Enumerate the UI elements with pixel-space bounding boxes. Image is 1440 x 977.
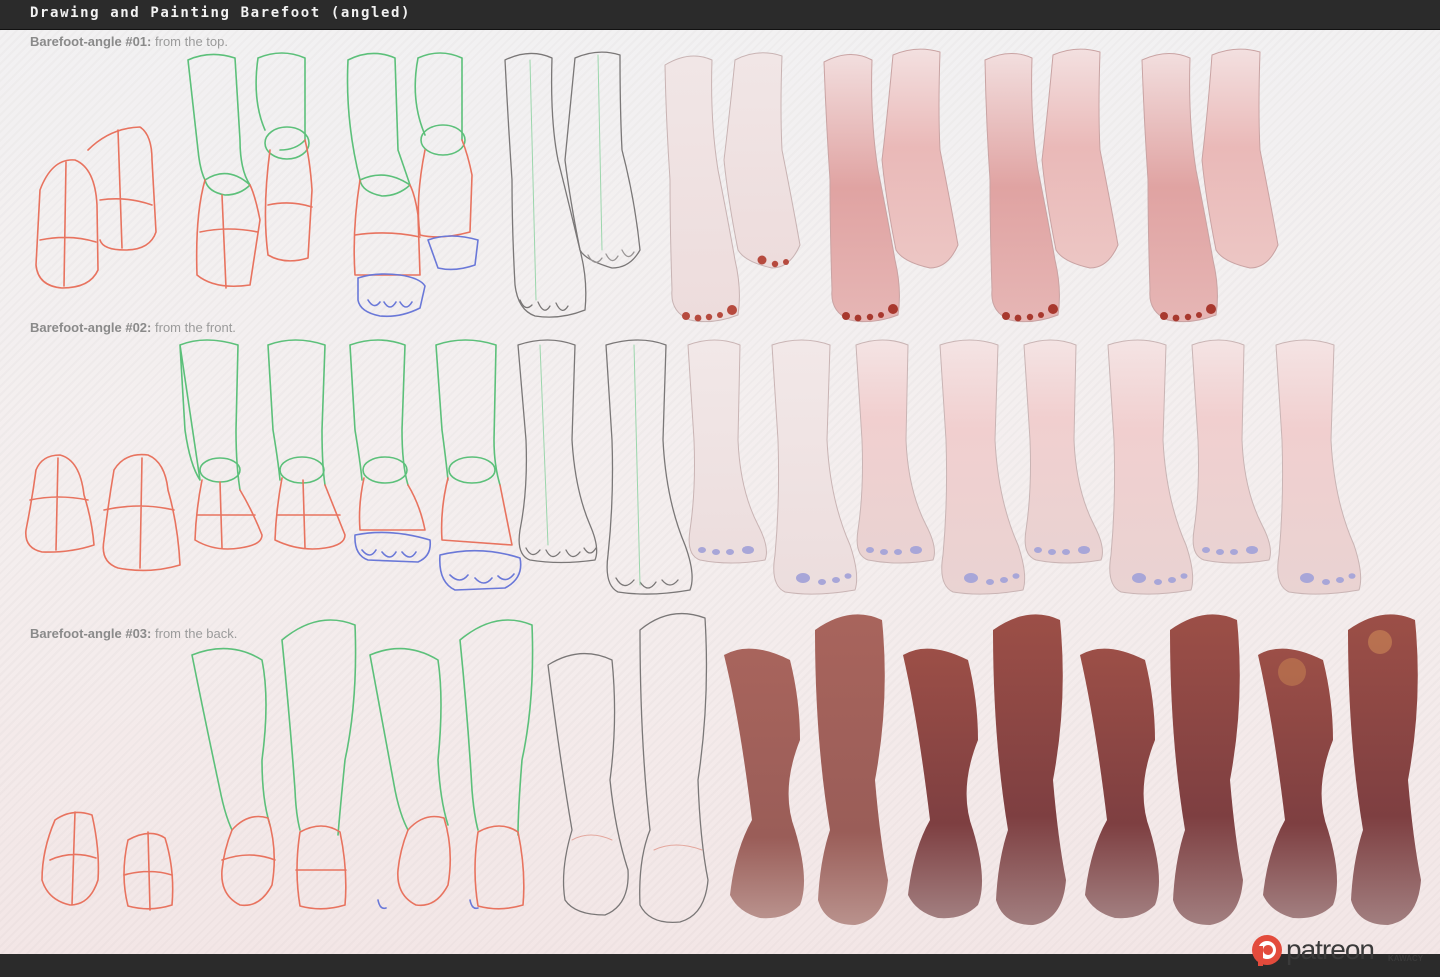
- foot-back-lineart: [547, 612, 709, 924]
- foot-top-lineart: [504, 51, 641, 318]
- foot-top-construction: [187, 52, 479, 318]
- row-02-illustrations: [25, 339, 1362, 595]
- foot-front-blocks: [25, 453, 181, 572]
- foot-back-construction: [191, 619, 534, 910]
- foot-top-painted-light: [664, 52, 801, 323]
- foot-back-blocks: [41, 811, 174, 911]
- foot-front-lineart: [517, 339, 693, 595]
- footer-bar: [0, 954, 1440, 977]
- patreon-icon: [1252, 935, 1282, 966]
- foot-front-painted: [687, 339, 1362, 595]
- row-03-illustrations: [41, 612, 1421, 925]
- row-01-illustrations: [35, 48, 1279, 323]
- illustration-canvas: [25, 48, 1421, 925]
- foot-front-construction: [179, 339, 522, 591]
- foot-back-painted: [724, 614, 1421, 925]
- foot-top-blocks: [35, 126, 157, 289]
- patreon-wordmark: patreon: [1286, 934, 1375, 965]
- patreon-logo: patreon KAWACY: [1250, 930, 1440, 970]
- artist-handle: KAWACY: [1388, 954, 1424, 963]
- foot-top-painted-pink: [823, 48, 1279, 323]
